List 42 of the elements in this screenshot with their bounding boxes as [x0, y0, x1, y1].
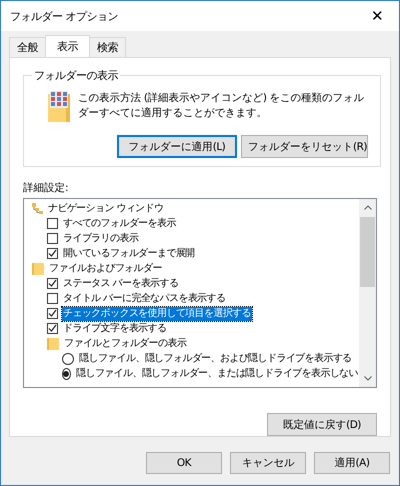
advanced-settings-label: 詳細設定:: [23, 181, 70, 195]
radio-button[interactable]: [62, 352, 74, 364]
option-label[interactable]: ライブラリの表示: [62, 232, 140, 246]
checkbox[interactable]: [47, 248, 58, 259]
group-label[interactable]: ナビゲーション ウィンドウ: [47, 202, 164, 216]
folder-icon: [47, 337, 59, 350]
tab[interactable]: 検索: [89, 37, 126, 57]
option-label[interactable]: 隠しファイル、隠しフォルダー、または隠しドライブを表示しない: [74, 366, 359, 380]
dialog-button[interactable]: キャンセル: [230, 452, 306, 474]
scroll-down-icon[interactable]: [364, 376, 372, 381]
option-label[interactable]: タイトル バーに完全なパスを表示する: [62, 292, 226, 306]
checkbox[interactable]: [47, 293, 58, 304]
option-label[interactable]: 隠しファイル、隠しフォルダー、および隠しドライブを表示する: [78, 352, 353, 366]
tab[interactable]: 表示: [45, 35, 90, 57]
group-title: フォルダーの表示: [33, 68, 119, 83]
option-label[interactable]: ドライブ文字を表示する: [62, 322, 168, 336]
navigation-pane-icon: [32, 203, 43, 214]
folder-icon: [32, 262, 44, 275]
option-label[interactable]: ステータス バーを表示する: [62, 276, 180, 290]
scrollbar[interactable]: [359, 199, 376, 387]
checkbox[interactable]: [47, 218, 58, 229]
dialog-button[interactable]: 適用(A): [314, 452, 390, 474]
description-text: この表示方法 (詳細表示やアイコンなど) をこの種類のフォルダーすべてに適用することができます。: [78, 91, 365, 121]
scrollbar-thumb[interactable]: [360, 217, 375, 287]
checkbox[interactable]: [47, 233, 58, 244]
group-label[interactable]: ファイルとフォルダーの表示: [63, 336, 188, 350]
tab[interactable]: 全般: [9, 37, 46, 57]
window-title: フォルダー オプション: [10, 8, 118, 24]
option-label[interactable]: 開いているフォルダーまで展開: [62, 246, 196, 260]
restore-defaults-button[interactable]: 既定値に戻す(D): [267, 413, 377, 436]
reset-folders-button[interactable]: フォルダーをリセット(R): [241, 135, 368, 158]
checkbox[interactable]: [47, 323, 58, 334]
radio-button[interactable]: [62, 368, 71, 380]
option-label[interactable]: すべてのフォルダーを表示: [62, 216, 177, 230]
scroll-up-icon[interactable]: [364, 205, 372, 210]
apply-to-folders-button[interactable]: フォルダーに適用(L): [117, 135, 237, 158]
option-label[interactable]: チェックボックスを使用して項目を選択する: [62, 306, 252, 320]
close-button[interactable]: ✕: [355, 1, 399, 31]
checkbox[interactable]: [47, 308, 58, 319]
group-label[interactable]: ファイルおよびフォルダー: [48, 262, 163, 276]
checkbox[interactable]: [47, 278, 58, 289]
dialog-button[interactable]: OK: [146, 452, 222, 474]
